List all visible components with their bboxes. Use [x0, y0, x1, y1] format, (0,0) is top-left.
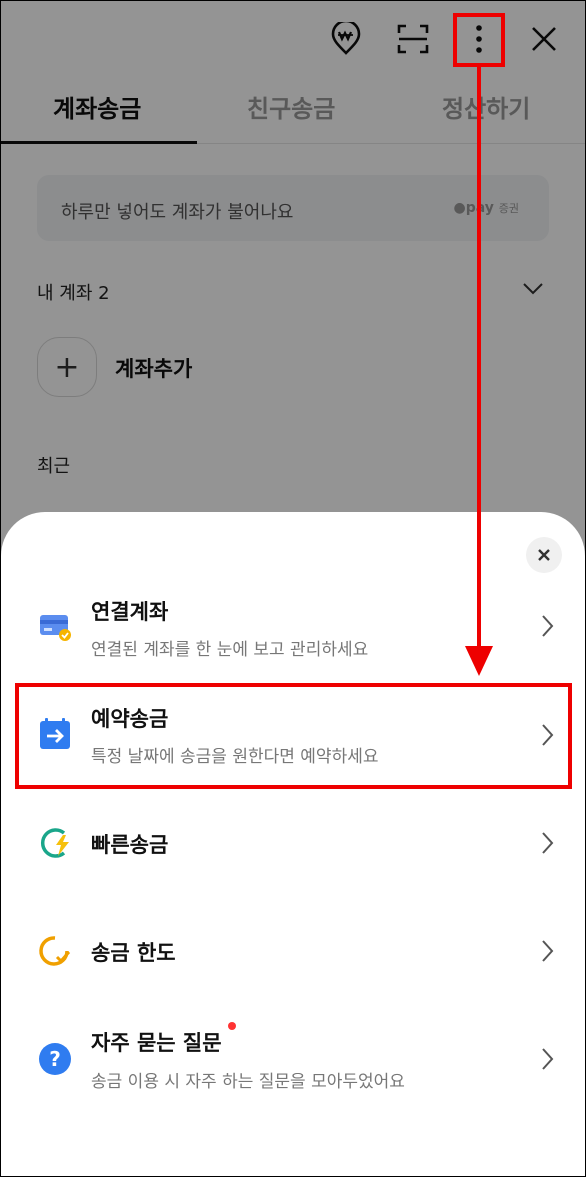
- svg-text:?: ?: [49, 1047, 61, 1071]
- chevron-right-icon: [542, 832, 554, 854]
- chevron-right-icon: [542, 1048, 554, 1070]
- menu-item-title: 자주 묻는 질문: [91, 1031, 222, 1055]
- chevron-right-icon: [542, 615, 554, 637]
- annotation-arrow-line: [477, 65, 481, 665]
- menu-item-quick-transfer[interactable]: 빠른송금: [1, 793, 585, 893]
- menu-item-title: 빠른송금: [91, 833, 169, 857]
- menu-item-desc: 송금 이용 시 자주 하는 질문을 모아두었어요: [91, 1072, 405, 1092]
- menu-item-desc: 연결된 계좌를 한 눈에 보고 관리하세요: [91, 640, 369, 660]
- new-badge-dot: [228, 1022, 236, 1030]
- sheet-close-button[interactable]: [526, 537, 562, 573]
- faq-question-icon: ?: [39, 1043, 71, 1075]
- linked-account-card-icon: [40, 615, 71, 641]
- menu-item-title: 연결계좌: [91, 600, 169, 624]
- close-icon: [538, 549, 550, 561]
- menu-item-faq[interactable]: ? 자주 묻는 질문 송금 이용 시 자주 하는 질문을 모아두었어요: [1, 1009, 585, 1109]
- menu-item-transfer-limit[interactable]: 송금 한도: [1, 901, 585, 1001]
- menu-item-title: 송금 한도: [91, 941, 176, 965]
- annotation-arrow-head: [465, 646, 493, 676]
- transfer-limit-icon: [39, 936, 71, 966]
- screen: 계좌송금 친구송금 정산하기 하루만 넣어도 계좌가 불어나요 ●pay 증권 …: [0, 0, 586, 1177]
- highlight-scheduled-transfer: [15, 683, 572, 789]
- menu-item-linked-account[interactable]: 연결계좌 연결된 계좌를 한 눈에 보고 관리하세요: [1, 576, 585, 676]
- chevron-right-icon: [542, 940, 554, 962]
- highlight-more-options: [453, 13, 505, 67]
- quick-transfer-bolt-icon: [40, 828, 69, 858]
